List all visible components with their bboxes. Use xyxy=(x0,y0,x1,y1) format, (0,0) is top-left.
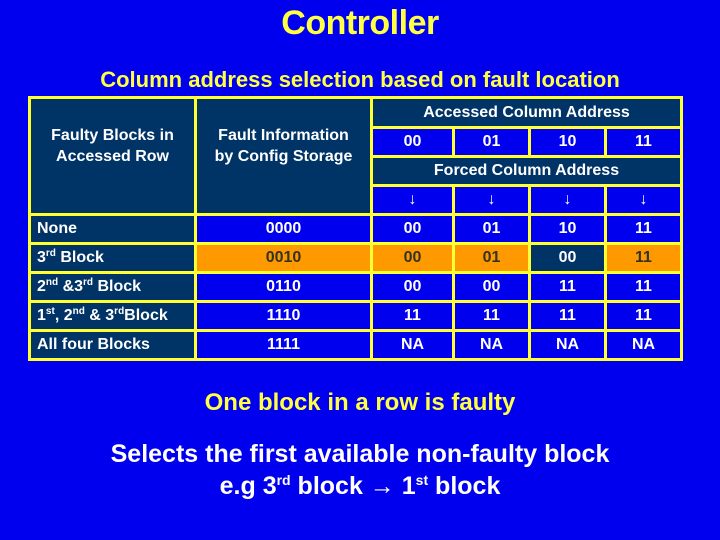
row-label-sup: rd xyxy=(83,277,94,288)
row-label-all-four-blocks: All four Blocks xyxy=(28,329,197,361)
slide-title: Controller xyxy=(281,4,439,42)
row-label-sup: nd xyxy=(72,306,85,317)
row-label-sup: st xyxy=(45,306,55,317)
row-label-sup: nd xyxy=(45,277,59,288)
forced-cell: NA xyxy=(528,329,607,361)
header-accessed-column-address: Accessed Column Address xyxy=(370,96,683,129)
fault-info-cell: 0110 xyxy=(194,271,373,303)
fault-info-cell: 0000 xyxy=(194,213,373,245)
forced-cell: 00 xyxy=(370,213,455,245)
accessed-col-00: 00 xyxy=(370,126,455,158)
row-label-none: None xyxy=(28,213,197,245)
forced-cell: 11 xyxy=(452,300,531,332)
forced-cell-remapped: 00 xyxy=(528,242,607,274)
header-faulty-blocks-line1: Faulty Blocks in xyxy=(51,127,174,144)
header-forced-column-address: Forced Column Address xyxy=(370,155,683,187)
table-row: None 0000 00 01 10 11 xyxy=(28,213,683,245)
example-sup-st: st xyxy=(415,472,429,488)
down-arrow-icon: ↓ xyxy=(452,184,531,216)
header-fault-info-line1: Fault Information xyxy=(218,127,349,144)
explanation-line2: e.g 3rd block → 1st block xyxy=(0,470,720,502)
row-label-text: , 2 xyxy=(54,307,73,324)
accessed-col-10: 10 xyxy=(528,126,607,158)
forced-cell: 01 xyxy=(452,242,531,274)
row-label-num: 1 xyxy=(37,307,46,324)
forced-cell: 00 xyxy=(370,271,455,303)
row-label-text: Block xyxy=(93,278,142,295)
column-address-table: Faulty Blocks in Accessed Row Fault Info… xyxy=(28,96,683,361)
header-fault-info-line2: by Config Storage xyxy=(214,148,353,165)
forced-cell: 00 xyxy=(452,271,531,303)
forced-cell: 11 xyxy=(370,300,455,332)
fault-info-cell: 0010 xyxy=(194,242,373,274)
slide-subtitle: Column address selection based on fault … xyxy=(100,67,620,92)
explanation-line1: Selects the first available non-faulty b… xyxy=(110,440,610,468)
row-label-num: 3 xyxy=(37,249,46,266)
row-label-text: Block xyxy=(55,249,104,266)
accessed-col-01: 01 xyxy=(452,126,531,158)
header-fault-information: Fault Information by Config Storage xyxy=(194,96,373,216)
forced-cell: 01 xyxy=(452,213,531,245)
forced-cell: NA xyxy=(370,329,455,361)
table-row: All four Blocks 1111 NA NA NA NA xyxy=(28,329,683,361)
forced-cell: NA xyxy=(452,329,531,361)
row-label-1st-2nd-3rd-block: 1st, 2nd & 3rdBlock xyxy=(28,300,197,332)
headline-message: One block in a row is faulty xyxy=(204,389,516,416)
example-sup-rd: rd xyxy=(276,472,291,488)
row-label-sup: rd xyxy=(114,306,125,317)
row-label-sup: rd xyxy=(45,248,56,259)
forced-cell: 00 xyxy=(370,242,455,274)
forced-cell: 11 xyxy=(604,300,683,332)
row-label-3rd-block: 3rd Block xyxy=(28,242,197,274)
example-prefix: e.g 3 xyxy=(219,472,277,500)
forced-cell: 11 xyxy=(604,213,683,245)
row-label-num: 2 xyxy=(37,278,46,295)
explanation-message: Selects the first available non-faulty b… xyxy=(0,438,720,502)
down-arrow-icon: ↓ xyxy=(528,184,607,216)
header-faulty-blocks-line2: Accessed Row xyxy=(56,148,169,165)
table-row: 2nd &3rd Block 0110 00 00 11 11 xyxy=(28,271,683,303)
forced-cell: 11 xyxy=(528,300,607,332)
down-arrow-icon: ↓ xyxy=(604,184,683,216)
row-label-text: & 3 xyxy=(84,307,115,324)
accessed-col-11: 11 xyxy=(604,126,683,158)
table-row: 1st, 2nd & 3rdBlock 1110 11 11 11 11 xyxy=(28,300,683,332)
forced-cell: 11 xyxy=(604,271,683,303)
row-label-text: Block xyxy=(124,307,168,324)
row-label-text: &3 xyxy=(58,278,84,295)
row-label-text: All four Blocks xyxy=(37,336,150,353)
example-mid: block → 1 xyxy=(290,472,416,500)
forced-cell: 11 xyxy=(528,271,607,303)
forced-cell: 10 xyxy=(528,213,607,245)
down-arrow-icon: ↓ xyxy=(370,184,455,216)
row-label-2nd-3rd-block: 2nd &3rd Block xyxy=(28,271,197,303)
example-suffix: block xyxy=(428,472,501,500)
fault-info-cell: 1111 xyxy=(194,329,373,361)
header-faulty-blocks: Faulty Blocks in Accessed Row xyxy=(28,96,197,216)
forced-cell: NA xyxy=(604,329,683,361)
fault-info-cell: 1110 xyxy=(194,300,373,332)
forced-cell: 11 xyxy=(604,242,683,274)
row-label-text: None xyxy=(37,220,77,237)
table-row-highlighted: 3rd Block 0010 00 01 00 11 xyxy=(28,242,683,274)
